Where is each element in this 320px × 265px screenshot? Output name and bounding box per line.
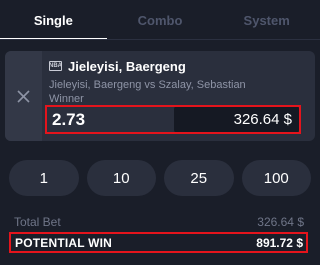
tab-combo[interactable]: Combo bbox=[107, 0, 214, 40]
tab-label: System bbox=[243, 12, 290, 28]
tab-label: Single bbox=[33, 12, 73, 28]
close-icon bbox=[17, 89, 30, 103]
bet-details: NBA Jieleyisi, Baergeng Jieleyisi, Baerg… bbox=[49, 57, 305, 106]
remove-bet-button[interactable] bbox=[5, 51, 42, 141]
odds-value: 2.73 bbox=[52, 109, 86, 129]
stake-input[interactable]: 326.64 $ bbox=[174, 106, 299, 133]
potential-win-row: POTENTIAL WIN 891.72 $ bbox=[10, 233, 308, 252]
tab-label: Combo bbox=[137, 12, 183, 28]
betslip-tabs: Single Combo System bbox=[0, 0, 320, 40]
bet-amount-row: 2.73 326.64 $ bbox=[48, 106, 299, 133]
tab-system[interactable]: System bbox=[213, 0, 320, 40]
total-bet-row: Total Bet 326.64 $ bbox=[14, 214, 304, 230]
betslip: Single Combo System NBA Jieleyisi, Baerg… bbox=[0, 0, 320, 265]
quick-amounts: 1 10 25 100 bbox=[9, 160, 311, 196]
selection-row: NBA Jieleyisi, Baergeng bbox=[49, 57, 305, 75]
selection-name: Jieleyisi, Baergeng bbox=[68, 58, 186, 74]
tabs-divider bbox=[0, 39, 320, 40]
quick-amount-button[interactable]: 100 bbox=[241, 160, 311, 196]
quick-amount-button[interactable]: 10 bbox=[86, 160, 156, 196]
market-name: Winner bbox=[49, 93, 84, 105]
quick-amount-button[interactable]: 25 bbox=[164, 160, 234, 196]
basketball-league-icon: NBA bbox=[49, 61, 62, 71]
potential-win-value: 891.72 $ bbox=[256, 235, 303, 250]
quick-amount-button[interactable]: 1 bbox=[9, 160, 79, 196]
match-name: Jieleyisi, Baergeng vs Szalay, Sebastian bbox=[49, 79, 246, 91]
total-bet-value: 326.64 $ bbox=[257, 215, 304, 229]
total-bet-label: Total Bet bbox=[14, 215, 61, 229]
potential-win-label: POTENTIAL WIN bbox=[15, 235, 113, 250]
tab-single[interactable]: Single bbox=[0, 0, 107, 40]
